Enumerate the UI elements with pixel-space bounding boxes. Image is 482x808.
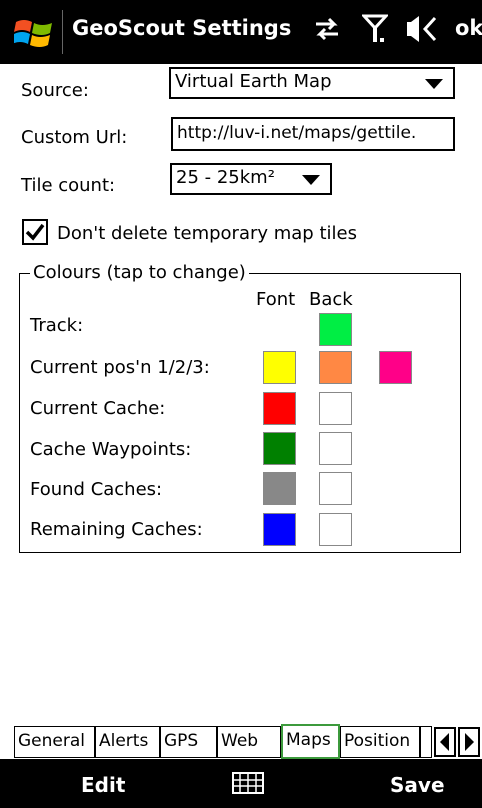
tab-scroll-left-button[interactable] <box>434 727 456 757</box>
keep-tiles-label[interactable]: Don't delete temporary map tiles <box>57 223 357 244</box>
tile-count-dropdown[interactable]: 25 - 25km² <box>170 163 332 195</box>
current-pos-3-swatch[interactable] <box>379 351 412 384</box>
keyboard-icon[interactable] <box>232 772 264 794</box>
remaining-caches-label: Remaining Caches: <box>30 519 203 540</box>
connectivity-icon[interactable] <box>312 14 342 44</box>
title-bar: GeoScout Settings ok <box>0 0 482 64</box>
current-cache-back-swatch[interactable] <box>319 392 352 425</box>
cache-waypoints-font-swatch[interactable] <box>263 432 296 465</box>
font-column-header: Font <box>256 289 296 310</box>
found-caches-back-swatch[interactable] <box>319 472 352 505</box>
arrow-left-icon <box>440 733 449 751</box>
tile-count-label: Tile count: <box>21 175 116 196</box>
current-pos-label: Current pos'n 1/2/3: <box>30 357 210 378</box>
tile-count-value: 25 - 25km² <box>176 167 275 188</box>
current-pos-1-swatch[interactable] <box>263 351 296 384</box>
tab-maps[interactable]: Maps <box>281 724 340 759</box>
tab-position[interactable]: Position <box>340 726 420 758</box>
title-separator <box>62 10 63 54</box>
current-pos-2-swatch[interactable] <box>319 351 352 384</box>
back-column-header: Back <box>309 289 353 310</box>
keep-tiles-checkbox[interactable] <box>22 219 48 245</box>
arrow-right-icon <box>465 733 474 751</box>
track-label: Track: <box>30 315 84 336</box>
softkey-bar: Edit Save <box>0 760 482 808</box>
windows-start-icon[interactable] <box>14 14 54 50</box>
checkmark-icon <box>25 223 45 241</box>
tab-scroll-right-button[interactable] <box>458 727 480 757</box>
custom-url-input[interactable]: http://luv-i.net/maps/gettile. <box>171 117 455 151</box>
colours-group-label: Colours (tap to change) <box>30 262 249 283</box>
save-softkey[interactable]: Save <box>390 773 445 797</box>
edit-softkey[interactable]: Edit <box>81 773 125 797</box>
chevron-down-icon <box>425 79 443 89</box>
found-caches-font-swatch[interactable] <box>263 472 296 505</box>
remaining-caches-font-swatch[interactable] <box>263 513 296 546</box>
tab-overflow[interactable] <box>420 726 432 758</box>
volume-icon[interactable] <box>405 14 437 46</box>
ok-button[interactable]: ok <box>455 16 482 40</box>
track-back-swatch[interactable] <box>319 313 352 346</box>
signal-icon[interactable] <box>362 14 388 46</box>
found-caches-label: Found Caches: <box>30 479 163 500</box>
source-label: Source: <box>21 80 89 101</box>
tab-web[interactable]: Web <box>217 726 281 758</box>
remaining-caches-back-swatch[interactable] <box>319 513 352 546</box>
cache-waypoints-back-swatch[interactable] <box>319 432 352 465</box>
tab-alerts[interactable]: Alerts <box>95 726 160 758</box>
tab-general[interactable]: General <box>14 726 95 758</box>
source-dropdown[interactable]: Virtual Earth Map <box>169 67 455 99</box>
window-title: GeoScout Settings <box>72 16 292 40</box>
current-cache-label: Current Cache: <box>30 398 166 419</box>
cache-waypoints-label: Cache Waypoints: <box>30 439 192 460</box>
tab-gps[interactable]: GPS <box>160 726 217 758</box>
source-value: Virtual Earth Map <box>175 71 332 92</box>
chevron-down-icon <box>302 175 320 185</box>
current-cache-font-swatch[interactable] <box>263 392 296 425</box>
custom-url-label: Custom Url: <box>21 127 128 148</box>
